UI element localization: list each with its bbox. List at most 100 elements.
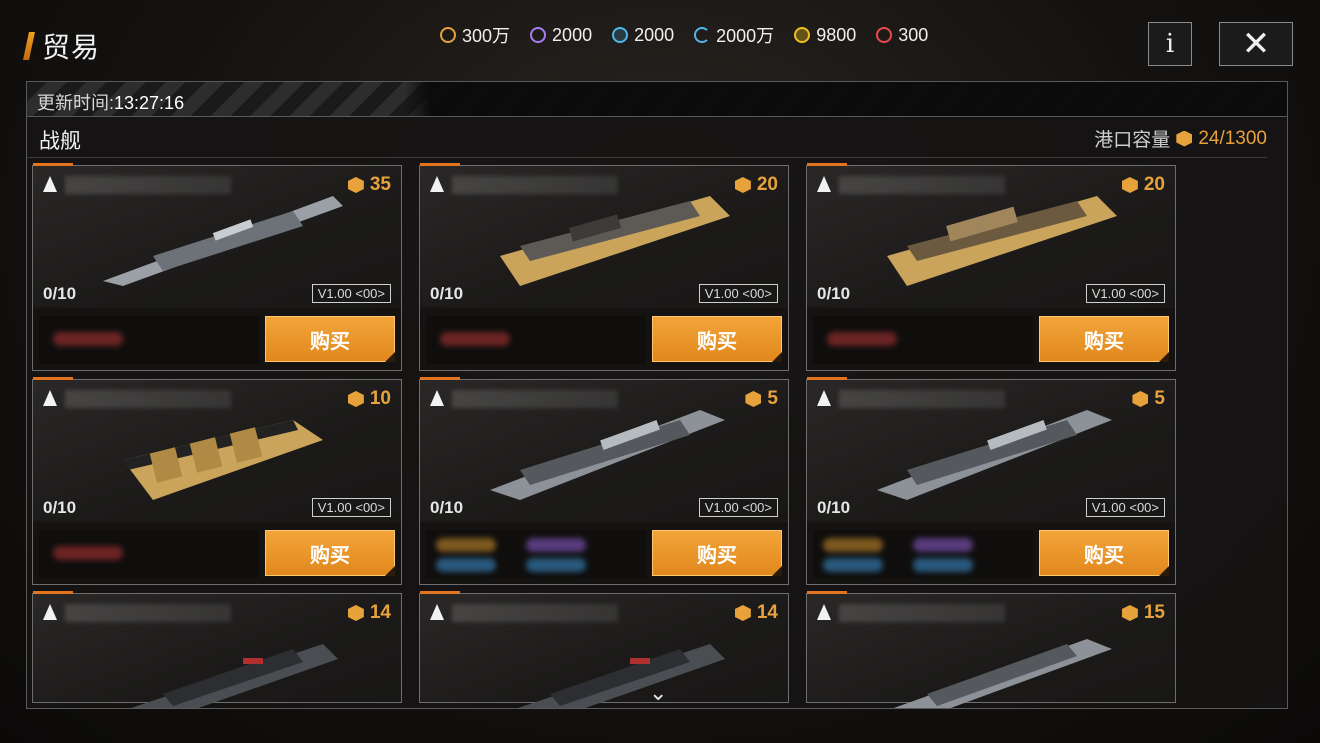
capacity-label: 港口容量 [1094,130,1171,151]
version-tag: V1.00 <00> [698,284,778,303]
cost-icon [1121,605,1138,621]
stock-count: 0/10 [430,284,464,303]
ship-image-area: 20 0/10 V1.00 <00> [807,166,1175,306]
card-bottom: 购买 [420,308,788,370]
capacity-icon [1176,130,1193,147]
buy-button[interactable]: 购买 [265,316,395,362]
cost-icon [1121,177,1138,193]
blurred-requirement [436,538,496,552]
blurred-requirement [440,332,510,346]
cost-icon [745,391,762,407]
grade-icon [817,176,831,194]
buy-button[interactable]: 购买 [1039,316,1169,362]
ship-card[interactable]: 5 0/10 V1.00 <00> 购买 [806,377,1176,585]
ship-image-area: 15 [807,594,1175,708]
cost-icon [347,391,364,407]
triangle-coin-icon [440,27,456,43]
requirement-area [39,530,259,578]
card-bottom: 购买 [33,308,401,370]
info-button[interactable]: i [1148,22,1192,66]
scroll-down-icon[interactable]: ⌄ [649,680,667,706]
resource-item[interactable]: 300 [876,22,928,48]
red-token-icon [876,27,893,43]
ship-image-area: 5 0/10 V1.00 <00> [807,380,1175,520]
ship-card[interactable]: 20 0/10 V1.00 <00> 购买 [806,163,1176,371]
close-button[interactable]: ✕ [1219,22,1293,66]
resource-value: 2000 [552,24,593,45]
cost-value: 20 [756,174,778,195]
cargo-ship-icon [887,196,1117,286]
grade-icon [430,176,444,194]
grade-icon [817,390,831,408]
buy-button[interactable]: 购买 [652,316,782,362]
cost-icon [734,177,751,193]
buy-button[interactable]: 购买 [652,530,782,576]
grade-icon [430,390,444,408]
ship-card[interactable]: 15 [806,591,1176,708]
resource-item[interactable]: 2000 [530,22,592,48]
ship-card[interactable]: 10 0/10 V1.00 <00> 购买 [32,377,402,585]
resource-item[interactable]: 300万 [440,22,510,48]
blurred-requirement [436,558,496,572]
cost-value: 14 [756,602,778,623]
ship-cost: 10 [347,388,391,410]
trade-panel: 更新时间:13:27:16 战舰 港口容量 24/1300 35 0/10 V1… [26,81,1288,709]
update-label: 更新时间: [37,93,115,113]
ship-image-area: 5 0/10 V1.00 <00> [420,380,788,520]
card-bottom: 购买 [33,522,401,584]
cost-value: 35 [369,174,391,195]
version-tag: V1.00 <00> [1085,498,1165,517]
cost-icon [734,605,751,621]
resource-item[interactable]: 9800 [794,22,856,48]
ship-image-area: 20 0/10 V1.00 <00> [420,166,788,306]
grade-icon [43,176,57,194]
cost-value: 10 [369,388,391,409]
grade-icon [43,604,57,622]
ship-image-area: 35 0/10 V1.00 <00> [33,166,401,306]
ship-cost: 20 [1121,174,1165,196]
ship-cost: 5 [745,388,778,410]
cruiser-icon [131,644,338,708]
frigate-icon [490,410,725,500]
resource-bar: 300万 2000 2000 2000万 9800 300 [440,22,928,48]
resource-item[interactable]: 2000万 [694,22,774,48]
buy-button[interactable]: 购买 [1039,530,1169,576]
info-icon: i [1165,29,1175,59]
buy-button[interactable]: 购买 [265,530,395,576]
ship-image-area: 14 [33,594,401,708]
version-tag: V1.00 <00> [311,284,391,303]
section-header: 战舰 港口容量 24/1300 [27,117,1267,158]
cost-icon [1132,391,1149,407]
cost-value: 14 [369,602,391,623]
ship-card[interactable]: 20 0/10 V1.00 <00> 购买 [419,163,789,371]
close-icon: ✕ [1241,25,1271,63]
frigate-icon [877,410,1112,500]
ship-card[interactable]: 35 0/10 V1.00 <00> 购买 [32,163,402,371]
resource-value: 2000 [634,24,675,45]
ship-card[interactable]: 5 0/10 V1.00 <00> 购买 [419,377,789,585]
version-tag: V1.00 <00> [698,498,778,517]
resource-value: 9800 [816,24,857,45]
cyan-refresh-icon [694,27,711,43]
card-bottom: 购买 [807,522,1175,584]
ship-card[interactable]: 14 [419,591,789,708]
resource-item[interactable]: 2000 [612,22,674,48]
resource-value: 2000万 [716,26,775,46]
requirement-area [813,316,1033,364]
capacity-value: 24/1300 [1198,127,1267,149]
battleship-icon [103,196,343,286]
cost-value: 15 [1143,602,1165,623]
stock-count: 0/10 [817,498,851,517]
ship-image-area: 14 [420,594,788,708]
version-tag: V1.00 <00> [311,498,391,517]
blurred-requirement [913,558,973,572]
stock-count: 0/10 [817,284,851,303]
cost-value: 5 [1154,388,1165,409]
page-title: 贸易 [42,32,101,63]
ship-card[interactable]: 14 [32,591,402,708]
blurred-requirement [526,558,586,572]
grade-icon [817,604,831,622]
grade-icon [430,604,444,622]
update-bar-overlay [27,82,1287,116]
destroyer-icon [893,639,1112,708]
